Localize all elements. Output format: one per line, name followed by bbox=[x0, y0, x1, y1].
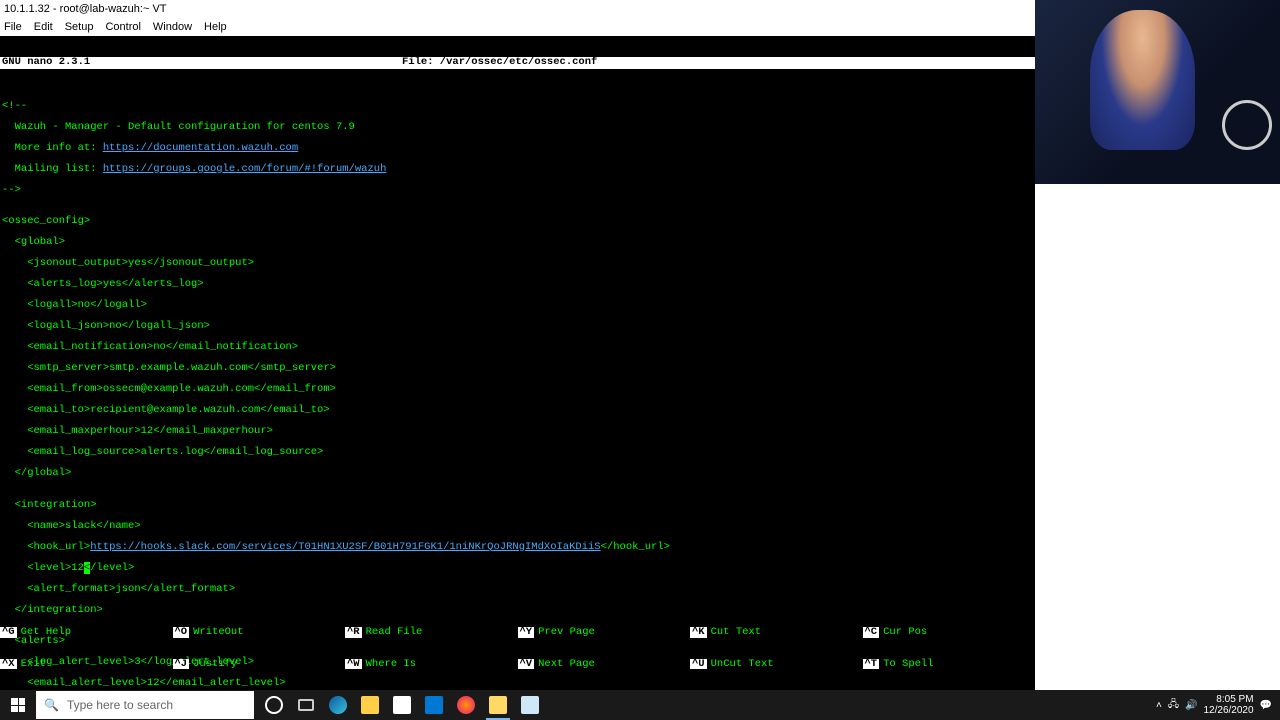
line: Wazuh - Manager - Default configuration … bbox=[2, 122, 1033, 133]
key-help: ^G bbox=[0, 627, 17, 638]
key-exit: ^X bbox=[0, 659, 17, 670]
menu-control[interactable]: Control bbox=[105, 21, 140, 33]
line: <email_notification>no</email_notificati… bbox=[2, 342, 1033, 353]
line: <integration> bbox=[2, 500, 1033, 511]
clock-date: 12/26/2020 bbox=[1203, 705, 1253, 716]
line: <jsonout_output>yes</jsonout_output> bbox=[2, 258, 1033, 269]
taskbar-clock[interactable]: 8:05 PM 12/26/2020 bbox=[1203, 694, 1253, 716]
key-uncut: ^U bbox=[690, 659, 707, 670]
key-where: ^W bbox=[345, 659, 362, 670]
notepad-icon[interactable] bbox=[514, 690, 546, 720]
key-write: ^O bbox=[173, 627, 190, 638]
nano-shortcuts: ^GGet Help ^XExit ^OWriteOut ^JJustify ^… bbox=[0, 606, 1035, 690]
line: More info at: https://documentation.wazu… bbox=[2, 143, 1033, 154]
start-button[interactable] bbox=[0, 690, 36, 720]
line-cursor: <level>12</level> bbox=[2, 563, 1033, 574]
line: <!-- bbox=[2, 101, 1033, 112]
line: <name>slack</name> bbox=[2, 521, 1033, 532]
line: <logall>no</logall> bbox=[2, 300, 1033, 311]
edge-icon[interactable] bbox=[322, 690, 354, 720]
cortana-icon[interactable] bbox=[258, 690, 290, 720]
doc-link[interactable]: https://documentation.wazuh.com bbox=[103, 142, 298, 154]
store-icon[interactable] bbox=[386, 690, 418, 720]
line: <alerts_log>yes</alerts_log> bbox=[2, 279, 1033, 290]
key-read: ^R bbox=[345, 627, 362, 638]
line: <email_to>recipient@example.wazuh.com</e… bbox=[2, 405, 1033, 416]
taskbar: 🔍 Type here to search ˄ 🖧 🔊 8:05 PM 12/2… bbox=[0, 690, 1280, 720]
line: <ossec_config> bbox=[2, 216, 1033, 227]
putty-icon[interactable] bbox=[482, 690, 514, 720]
tray-network-icon[interactable]: 🖧 bbox=[1168, 697, 1179, 714]
taskview-icon[interactable] bbox=[290, 690, 322, 720]
window-background-right bbox=[1035, 184, 1280, 690]
line: <smtp_server>smtp.example.wazuh.com</smt… bbox=[2, 363, 1033, 374]
clock-time: 8:05 PM bbox=[1203, 694, 1253, 705]
key-cur: ^C bbox=[863, 627, 880, 638]
notifications-icon[interactable]: 💬 bbox=[1260, 700, 1272, 711]
nano-file-path: File: /var/ossec/etc/ossec.conf bbox=[402, 57, 1033, 69]
line: <global> bbox=[2, 237, 1033, 248]
taskbar-icons bbox=[258, 690, 546, 720]
search-icon: 🔍 bbox=[44, 698, 59, 712]
nano-header: GNU nano 2.3.1 File: /var/ossec/etc/osse… bbox=[0, 57, 1035, 69]
line: <alert_format>json</alert_format> bbox=[2, 584, 1033, 595]
menu-window[interactable]: Window bbox=[153, 21, 192, 33]
file-explorer-icon[interactable] bbox=[354, 690, 386, 720]
menu-file[interactable]: File bbox=[4, 21, 22, 33]
system-tray: ˄ 🖧 🔊 8:05 PM 12/26/2020 💬 bbox=[1156, 694, 1280, 716]
line: --> bbox=[2, 185, 1033, 196]
menu-edit[interactable]: Edit bbox=[34, 21, 53, 33]
nano-version: GNU nano 2.3.1 bbox=[2, 57, 402, 69]
key-prev: ^Y bbox=[518, 627, 535, 638]
taskbar-search[interactable]: 🔍 Type here to search bbox=[36, 691, 254, 719]
line: <logall_json>no</logall_json> bbox=[2, 321, 1033, 332]
key-cut: ^K bbox=[690, 627, 707, 638]
editor-content[interactable]: <!-- Wazuh - Manager - Default configura… bbox=[0, 90, 1035, 690]
line: <email_from>ossecm@example.wazuh.com</em… bbox=[2, 384, 1033, 395]
menu-setup[interactable]: Setup bbox=[65, 21, 94, 33]
webcam-overlay bbox=[1035, 0, 1280, 184]
line: <email_maxperhour>12</email_maxperhour> bbox=[2, 426, 1033, 437]
line: </global> bbox=[2, 468, 1033, 479]
key-justify: ^J bbox=[173, 659, 190, 670]
line: Mailing list: https://groups.google.com/… bbox=[2, 164, 1033, 175]
mail-link[interactable]: https://groups.google.com/forum/#!forum/… bbox=[103, 163, 387, 175]
line: <email_log_source>alerts.log</email_log_… bbox=[2, 447, 1033, 458]
hook-url-link[interactable]: https://hooks.slack.com/services/T01HN1X… bbox=[90, 541, 600, 553]
tray-volume-icon[interactable]: 🔊 bbox=[1185, 700, 1197, 711]
menu-help[interactable]: Help bbox=[204, 21, 227, 33]
key-next: ^V bbox=[518, 659, 535, 670]
search-placeholder: Type here to search bbox=[67, 698, 173, 712]
windows-logo-icon bbox=[11, 698, 25, 712]
key-spell: ^T bbox=[863, 659, 880, 670]
firefox-icon[interactable] bbox=[450, 690, 482, 720]
terminal[interactable]: GNU nano 2.3.1 File: /var/ossec/etc/osse… bbox=[0, 36, 1035, 690]
tray-chevron-icon[interactable]: ˄ bbox=[1156, 700, 1162, 711]
mail-icon[interactable] bbox=[418, 690, 450, 720]
line: <hook_url>https://hooks.slack.com/servic… bbox=[2, 542, 1033, 553]
